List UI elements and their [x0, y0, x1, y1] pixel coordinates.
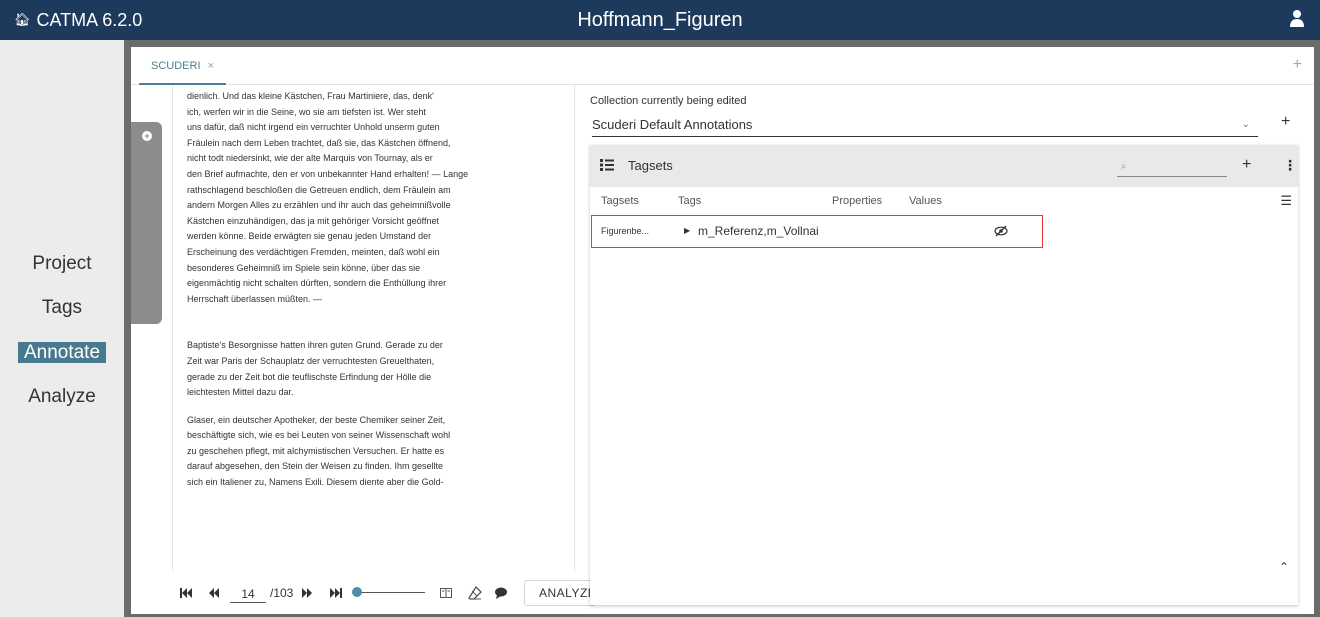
text-line[interactable]: besonderes Geheimniß im Spiele sein könn…	[187, 261, 567, 277]
document-text-area[interactable]: dienlich. Und das kleine Kästchen, Frau …	[172, 85, 575, 571]
text-line[interactable]: Kästchen einzuhändigen, das ja mit gehör…	[187, 214, 567, 230]
total-pages: /103	[270, 586, 294, 600]
add-tagset-button[interactable]: +	[1242, 156, 1251, 174]
text-line[interactable]: leichtesten Mittel dazu dar.	[187, 385, 567, 401]
project-title: Hoffmann_Figuren	[577, 9, 743, 31]
app-header: 🏠︎ CATMA 6.2.0 Hoffmann_Figuren	[0, 0, 1320, 40]
text-line[interactable]: Glaser, ein deutscher Apotheker, der bes…	[187, 413, 567, 429]
tagset-list-icon	[600, 159, 614, 171]
page-slider-handle[interactable]	[352, 587, 362, 597]
text-line[interactable]: Zeit war Paris der Schauplatz der verruc…	[187, 354, 567, 370]
nav-annotate[interactable]: Annotate	[0, 342, 124, 364]
text-line[interactable]: andern Morgen Alles zu erzählen und ihr …	[187, 198, 567, 214]
text-line[interactable]: werden könne. Beide erwägten sie genau j…	[187, 229, 567, 245]
add-tab-button[interactable]: +	[1293, 56, 1302, 74]
page-number-input[interactable]: 14	[230, 585, 266, 603]
collection-selected-value: Scuderi Default Annotations	[592, 117, 753, 132]
pager-toolbar: 14 /103 ANALYZE	[172, 575, 594, 611]
nav-tags[interactable]: Tags	[0, 297, 124, 319]
nav-project[interactable]: Project	[0, 253, 124, 275]
text-line[interactable]: nicht todt niedersinkt, wie der alte Mar…	[187, 151, 567, 167]
text-line[interactable]: den Brief aufmachte, den er von unbekann…	[187, 167, 567, 183]
tag-names: m_Referenz,m_Vollnai	[698, 224, 819, 238]
column-header-tags[interactable]: Tags	[678, 187, 701, 215]
left-navigation: Project Tags Annotate Analyze	[0, 40, 124, 617]
eye-off-icon[interactable]	[994, 225, 1008, 237]
chevron-down-icon[interactable]: ⌄	[1242, 115, 1250, 135]
last-page-icon[interactable]	[330, 587, 342, 599]
annotate-panel: SCUDERI × + + dienlich. Und das kleine K…	[131, 47, 1314, 614]
brand-label: CATMA 6.2.0	[36, 9, 143, 30]
document-tab-bar: SCUDERI × +	[131, 47, 1314, 85]
text-line[interactable]: eigenmächtig nicht schalten dürften, son…	[187, 276, 567, 292]
tagsets-card: Tagsets ⌕ + ⋮ Tagsets Tags Properties Va…	[590, 145, 1298, 605]
side-drawer-handle[interactable]: +	[131, 122, 162, 324]
text-line[interactable]: Baptiste's Besorgnisse hatten ihren gute…	[187, 338, 567, 354]
collection-select[interactable]: Scuderi Default Annotations ⌄	[592, 115, 1258, 137]
tab-label: SCUDERI	[151, 60, 201, 72]
text-line[interactable]: gerade zu der Zeit bot die teuflischste …	[187, 370, 567, 386]
collection-label: Collection currently being edited	[590, 95, 747, 107]
text-line[interactable]: dienlich. Und das kleine Kästchen, Frau …	[187, 89, 567, 105]
home-icon: 🏠︎	[14, 12, 31, 27]
expand-arrow-icon[interactable]: ▶	[684, 216, 694, 246]
nav-analyze[interactable]: Analyze	[0, 386, 124, 408]
text-line[interactable]: uns dafür, daß nicht irgend ein verrucht…	[187, 120, 567, 136]
close-icon[interactable]: ×	[208, 60, 214, 72]
first-page-icon[interactable]	[180, 587, 192, 599]
text-line[interactable]: darauf abgesehen, den Stein der Weisen z…	[187, 459, 567, 475]
document-text: dienlich. Und das kleine Kästchen, Frau …	[187, 89, 567, 491]
add-collection-button[interactable]: +	[1281, 113, 1290, 131]
collapse-up-icon[interactable]: ⌃	[1279, 560, 1289, 574]
grid-menu-icon[interactable]: ☰	[1280, 187, 1292, 215]
text-line[interactable]: Fräulein nach dem Leben trachtet, daß si…	[187, 136, 567, 152]
previous-page-icon[interactable]	[208, 587, 220, 599]
text-line[interactable]: sich ein Italiener zu, Namens Exili. Die…	[187, 475, 567, 491]
text-line[interactable]: Erscheinung des verdächtigen Fremden, me…	[187, 245, 567, 261]
text-line[interactable]: beschäftigte sich, wie es bei Leuten von…	[187, 428, 567, 444]
comment-icon[interactable]	[494, 586, 508, 600]
page-slider-track[interactable]	[357, 592, 425, 593]
column-header-values[interactable]: Values	[909, 187, 942, 215]
text-line[interactable]: ich, werfen wir in die Seine, wo sie am …	[187, 105, 567, 121]
tagset-name: Figurenbe...	[601, 226, 650, 236]
eraser-icon[interactable]	[468, 586, 482, 600]
tagset-search-input[interactable]: ⌕	[1117, 157, 1227, 177]
more-options-icon[interactable]: ⋮	[1283, 157, 1297, 174]
add-circle-icon[interactable]: +	[142, 131, 152, 141]
brand[interactable]: 🏠︎ CATMA 6.2.0	[14, 0, 142, 40]
column-header-properties[interactable]: Properties	[832, 187, 882, 215]
column-header-tagsets[interactable]: Tagsets	[601, 187, 639, 215]
tagsets-title: Tagsets	[628, 158, 673, 173]
user-icon[interactable]	[1288, 8, 1306, 30]
table-row[interactable]: Figurenbe... ▶ m_Referenz,m_Vollnai	[591, 215, 1043, 248]
annotation-panel: Collection currently being edited Scuder…	[581, 85, 1314, 614]
book-view-icon[interactable]	[440, 587, 452, 599]
next-page-icon[interactable]	[301, 587, 313, 599]
text-line[interactable]: Herrschaft überlassen müßten. —	[187, 292, 567, 308]
text-line[interactable]: rathschlagend beschloßen die Getreuen en…	[187, 183, 567, 199]
text-line[interactable]: zu geschehen pflegt, mit alchymistischen…	[187, 444, 567, 460]
tagsets-grid-header: Tagsets Tags Properties Values ☰	[590, 187, 1298, 215]
tab-scuderi[interactable]: SCUDERI ×	[139, 47, 227, 85]
tagsets-header: Tagsets ⌕ + ⋮	[590, 145, 1298, 187]
